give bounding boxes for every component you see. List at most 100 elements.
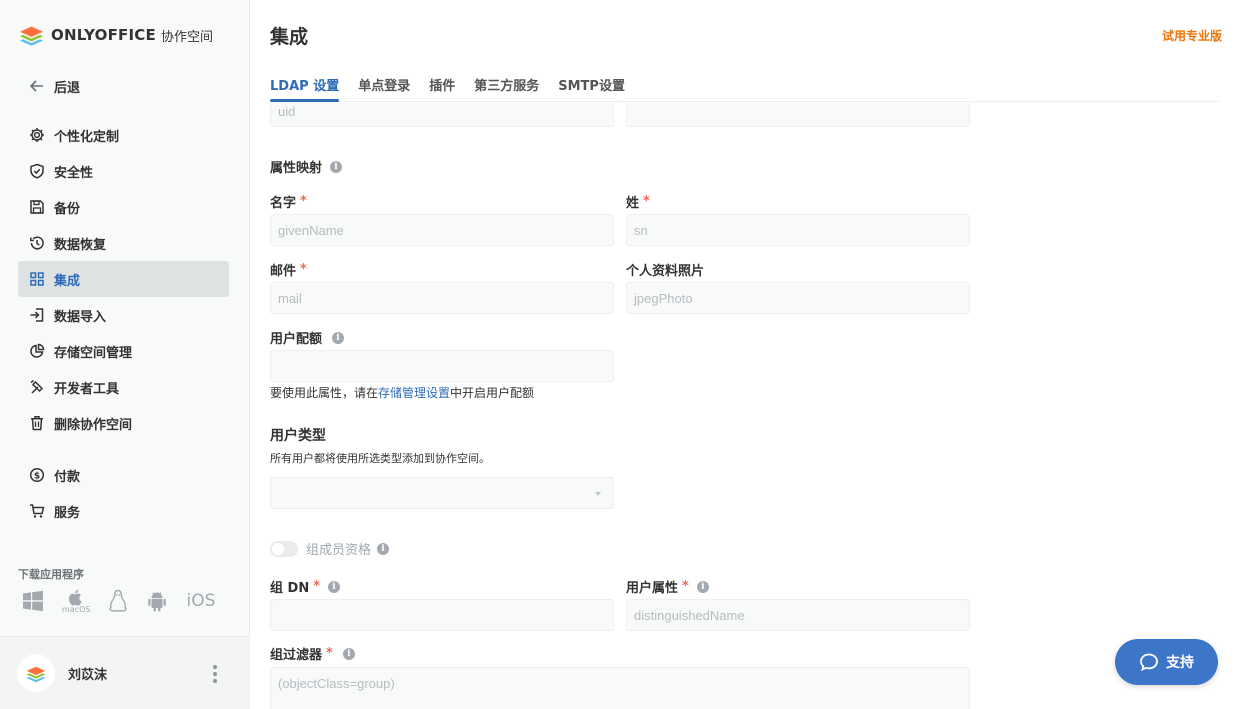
cart-icon	[28, 502, 46, 520]
sidebar-item-label: 付款	[54, 469, 81, 485]
required-mark: *	[326, 646, 333, 661]
group-filter-label-text: 组过滤器	[270, 648, 323, 663]
user-profile[interactable]: 刘苡沫	[0, 636, 250, 709]
back-button[interactable]: 后退	[18, 68, 229, 104]
sidebar-item-label: 备份	[54, 201, 81, 217]
tab-ldap[interactable]: LDAP 设置	[270, 68, 340, 102]
required-mark: *	[682, 579, 689, 594]
download-apps-label: 下载应用程序	[18, 568, 84, 581]
logo-text: ONLYOFFICE	[51, 26, 156, 44]
sidebar-item-label: 开发者工具	[54, 381, 120, 397]
save-icon	[28, 198, 46, 216]
user-filter-input[interactable]: uid	[270, 103, 614, 127]
group-membership-toggle[interactable]	[270, 540, 298, 557]
sidebar-item-developer-tools[interactable]: 开发者工具	[18, 369, 229, 405]
group-membership-row: 组成员资格 i	[270, 539, 390, 558]
info-icon[interactable]: i	[330, 160, 343, 173]
first-name-input[interactable]: givenName	[270, 214, 614, 246]
ios-link[interactable]: iOS	[186, 591, 215, 611]
sidebar-item-payment[interactable]: $ 付款	[18, 457, 229, 493]
sidebar-item-label: 数据恢复	[54, 237, 107, 253]
avatar-logo-icon	[26, 666, 46, 682]
sidebar-item-storage[interactable]: 存储空间管理	[18, 333, 229, 369]
sidebar-item-restore[interactable]: 数据恢复	[18, 225, 229, 261]
required-mark: *	[300, 262, 307, 277]
user-attribute-label-text: 用户属性	[626, 581, 679, 596]
top-right-input[interactable]	[626, 103, 970, 127]
attribute-mapping-title: 属性映射 i	[270, 157, 343, 176]
user-attribute-label: 用户属性 * i	[626, 577, 709, 596]
trash-icon	[28, 414, 46, 432]
try-professional-link[interactable]: 试用专业版	[1162, 27, 1222, 44]
quota-label: 用户配额 i	[270, 328, 345, 347]
group-filter-textarea[interactable]: (objectClass=group)	[270, 667, 970, 709]
info-icon[interactable]: i	[332, 331, 345, 344]
tab-smtp[interactable]: SMTP设置	[558, 68, 625, 101]
first-name-label-text: 名字	[270, 196, 297, 211]
settings-tabs: LDAP 设置 单点登录 插件 第三方服务 SMTP设置	[270, 68, 1219, 102]
coin-icon: $	[28, 466, 46, 484]
mail-input[interactable]: mail	[270, 282, 614, 314]
mail-label-text: 邮件	[270, 264, 297, 279]
grid-icon	[28, 270, 46, 288]
tab-sso[interactable]: 单点登录	[358, 68, 410, 101]
support-label: 支持	[1166, 655, 1194, 671]
quota-input[interactable]	[270, 350, 614, 382]
group-dn-label-text: 组 DN	[270, 581, 310, 596]
mail-label: 邮件 *	[270, 260, 307, 279]
user-type-description: 所有用户都将使用所选类型添加到协作空间。	[270, 452, 490, 465]
sidebar: ONLYOFFICE 协作空间 后退 个性化定制 安全性 备份 数据恢复 集成 …	[0, 0, 250, 709]
macos-icon[interactable]: macOS	[62, 588, 90, 614]
arrow-left-icon	[28, 77, 46, 95]
support-button[interactable]: 支持	[1115, 639, 1218, 685]
gear-icon	[28, 126, 46, 144]
profile-name: 刘苡沫	[68, 667, 108, 683]
sidebar-item-label: 服务	[54, 505, 81, 521]
user-attribute-input[interactable]: distinguishedName	[626, 599, 970, 631]
photo-label-text: 个人资料照片	[626, 264, 705, 279]
avatar[interactable]	[17, 654, 55, 692]
sidebar-item-label: 删除协作空间	[54, 417, 133, 433]
sidebar-item-integration[interactable]: 集成	[18, 261, 229, 297]
group-dn-input[interactable]	[270, 599, 614, 631]
import-icon	[28, 306, 46, 324]
user-type-select[interactable]	[270, 477, 614, 509]
sidebar-item-label: 安全性	[54, 165, 94, 181]
windows-icon[interactable]	[22, 590, 44, 612]
sidebar-item-label: 集成	[54, 273, 81, 289]
logo-subtitle: 协作空间	[160, 29, 213, 45]
last-name-label-text: 姓	[626, 196, 640, 211]
back-label: 后退	[54, 80, 81, 96]
app-logo[interactable]: ONLYOFFICE 协作空间	[18, 22, 213, 48]
sidebar-item-security[interactable]: 安全性	[18, 153, 229, 189]
info-icon[interactable]: i	[696, 580, 709, 593]
sidebar-item-backup[interactable]: 备份	[18, 189, 229, 225]
quota-label-text: 用户配额	[270, 332, 323, 347]
info-icon[interactable]: i	[328, 580, 341, 593]
sidebar-item-services[interactable]: 服务	[18, 493, 229, 529]
user-type-title: 用户类型	[270, 428, 326, 444]
history-icon	[28, 234, 46, 252]
sidebar-item-customization[interactable]: 个性化定制	[18, 117, 229, 153]
required-mark: *	[313, 579, 321, 594]
first-name-label: 名字 *	[270, 192, 307, 211]
group-dn-label: 组 DN * i	[270, 577, 341, 596]
sidebar-item-label: 个性化定制	[54, 129, 120, 145]
storage-settings-link[interactable]: 存储管理设置	[378, 386, 450, 400]
tab-third-party[interactable]: 第三方服务	[474, 68, 539, 101]
tab-plugins[interactable]: 插件	[429, 68, 455, 101]
required-mark: *	[300, 194, 307, 209]
ldap-settings-form: uid 属性映射 i 名字 * givenName 姓 * sn 邮件 * mail …	[270, 103, 1240, 709]
sidebar-item-delete-portal[interactable]: 删除协作空间	[18, 405, 229, 441]
linux-icon[interactable]	[108, 589, 128, 613]
photo-input[interactable]: jpegPhoto	[626, 282, 970, 314]
page-title: 集成	[270, 26, 309, 48]
info-icon[interactable]: i	[342, 647, 355, 660]
macos-caption: macOS	[62, 605, 91, 614]
last-name-input[interactable]: sn	[626, 214, 970, 246]
profile-menu-button[interactable]	[208, 665, 222, 683]
onlyoffice-logo-icon	[20, 26, 43, 46]
android-icon[interactable]	[146, 589, 168, 613]
sidebar-item-import[interactable]: 数据导入	[18, 297, 229, 333]
info-icon[interactable]: i	[377, 542, 390, 555]
